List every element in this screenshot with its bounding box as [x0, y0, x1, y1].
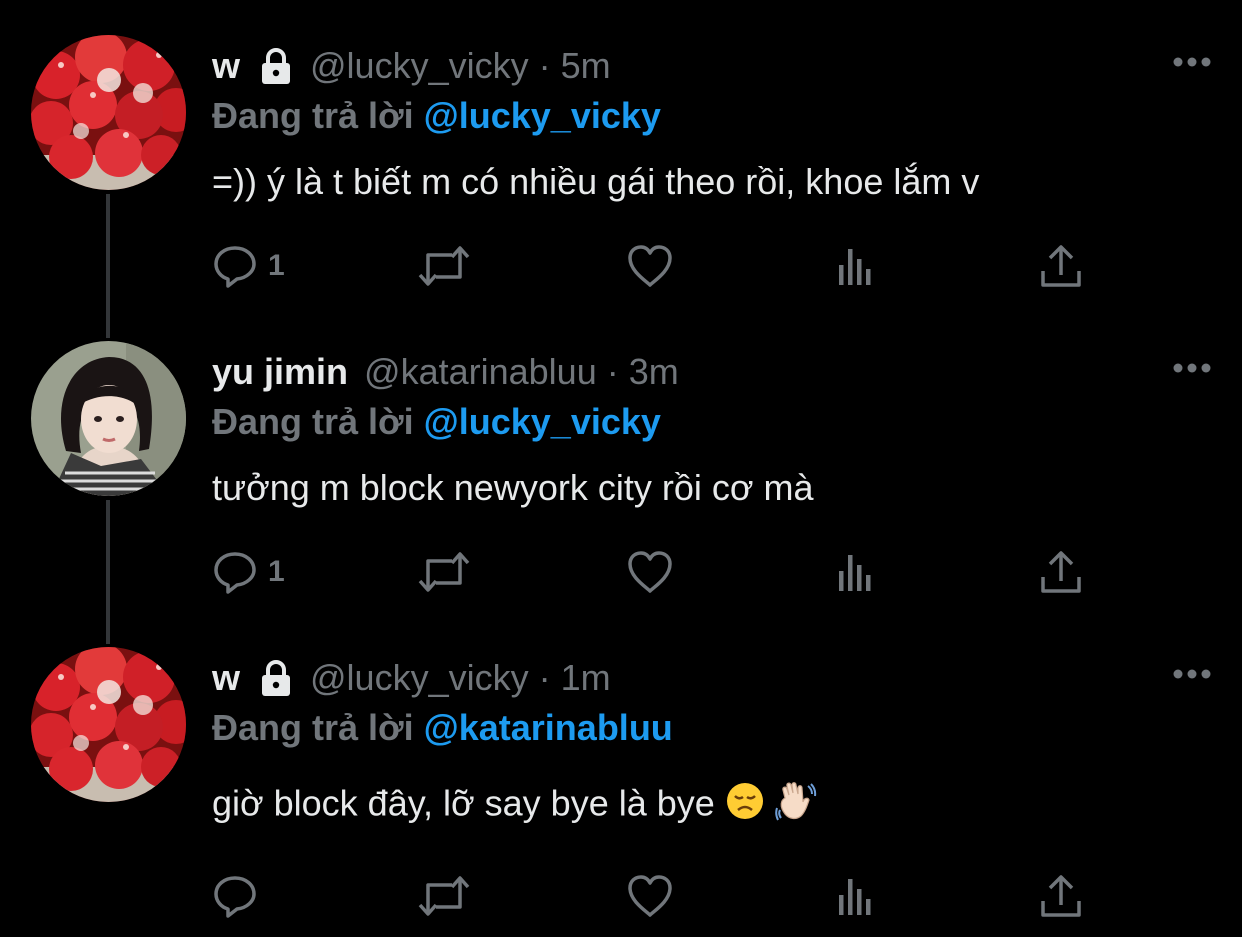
heart-icon: [626, 873, 674, 919]
display-name[interactable]: w: [212, 656, 240, 700]
retweet-icon: [416, 873, 472, 919]
replying-to: Đang trả lời @lucky_vicky: [212, 94, 661, 138]
analytics-button[interactable]: [834, 240, 878, 292]
analytics-button[interactable]: [834, 546, 878, 598]
display-name[interactable]: yu jimin: [212, 350, 348, 394]
tweet-text-content: giờ block đây, lỡ say bye là bye: [212, 782, 715, 824]
reply-button[interactable]: 1: [212, 546, 285, 598]
retweet-button[interactable]: [416, 546, 472, 598]
reply-icon: [212, 243, 258, 289]
reply-count: 1: [268, 249, 285, 282]
tweet[interactable]: w @lucky_vicky · 5m Đang trả lời @lucky_…: [0, 0, 1242, 306]
replying-to: Đang trả lời @katarinabluu: [212, 706, 673, 750]
reply-icon: [212, 873, 258, 919]
analytics-button[interactable]: [834, 870, 878, 922]
replying-to: Đang trả lời @lucky_vicky: [212, 400, 661, 444]
retweet-icon: [416, 243, 472, 289]
tweet-header: yu jimin @katarinabluu · 3m: [212, 350, 679, 394]
action-bar: 1: [212, 546, 1092, 598]
analytics-icon: [834, 243, 878, 289]
timestamp[interactable]: 1m: [561, 656, 611, 700]
reply-button[interactable]: [212, 870, 268, 922]
lock-icon: [258, 658, 294, 698]
share-icon: [1038, 243, 1084, 289]
replying-to-handle[interactable]: @lucky_vicky: [424, 95, 661, 136]
reply-icon: [212, 549, 258, 595]
share-button[interactable]: [1038, 546, 1084, 598]
action-bar: 1: [212, 240, 1092, 292]
handle[interactable]: @katarinabluu: [364, 350, 597, 394]
disappointed-face-emoji-icon: [725, 781, 765, 831]
waving-hand-emoji-icon: [775, 780, 817, 832]
more-options-icon[interactable]: [1172, 54, 1212, 70]
tweet-text: tưởng m block newyork city rồi cơ mà: [212, 467, 814, 508]
person-photo-avatar-icon: [31, 341, 186, 496]
share-button[interactable]: [1038, 870, 1084, 922]
avatar[interactable]: [31, 35, 186, 190]
share-icon: [1038, 873, 1084, 919]
analytics-icon: [834, 873, 878, 919]
separator-dot: ·: [606, 351, 619, 392]
more-options-icon[interactable]: [1172, 666, 1212, 682]
retweet-button[interactable]: [416, 240, 472, 292]
tweet[interactable]: yu jimin @katarinabluu · 3m Đang trả lời…: [0, 306, 1242, 612]
retweet-button[interactable]: [416, 870, 472, 922]
tweet-header: w @lucky_vicky · 5m: [212, 44, 611, 88]
like-button[interactable]: [626, 546, 674, 598]
replying-to-label: Đang trả lời: [212, 95, 414, 136]
tweet[interactable]: w @lucky_vicky · 1m Đang trả lời @katari…: [0, 612, 1242, 937]
timestamp[interactable]: 5m: [561, 44, 611, 88]
tweet-text: =)) ý là t biết m có nhiều gái theo rồi,…: [212, 161, 980, 202]
like-button[interactable]: [626, 870, 674, 922]
retweet-icon: [416, 549, 472, 595]
replying-to-handle[interactable]: @katarinabluu: [424, 707, 673, 748]
separator-dot: ·: [538, 657, 551, 698]
lock-icon: [258, 46, 294, 86]
more-options-icon[interactable]: [1172, 360, 1212, 376]
action-bar: [212, 870, 1092, 922]
heart-icon: [626, 243, 674, 289]
heart-icon: [626, 549, 674, 595]
strawberries-avatar-icon: [31, 35, 186, 190]
share-icon: [1038, 549, 1084, 595]
avatar[interactable]: [31, 341, 186, 496]
handle[interactable]: @lucky_vicky: [310, 656, 529, 700]
replying-to-handle[interactable]: @lucky_vicky: [424, 401, 661, 442]
replying-to-label: Đang trả lời: [212, 401, 414, 442]
share-button[interactable]: [1038, 240, 1084, 292]
tweet-header: w @lucky_vicky · 1m: [212, 656, 611, 700]
timestamp[interactable]: 3m: [629, 350, 679, 394]
reply-count: 1: [268, 555, 285, 588]
like-button[interactable]: [626, 240, 674, 292]
avatar[interactable]: [31, 647, 186, 802]
display-name[interactable]: w: [212, 44, 240, 88]
strawberries-avatar-icon: [31, 647, 186, 802]
analytics-icon: [834, 549, 878, 595]
handle[interactable]: @lucky_vicky: [310, 44, 529, 88]
reply-button[interactable]: 1: [212, 240, 285, 292]
tweet-text: giờ block đây, lỡ say bye là bye: [212, 780, 817, 832]
separator-dot: ·: [538, 45, 551, 86]
replying-to-label: Đang trả lời: [212, 707, 414, 748]
